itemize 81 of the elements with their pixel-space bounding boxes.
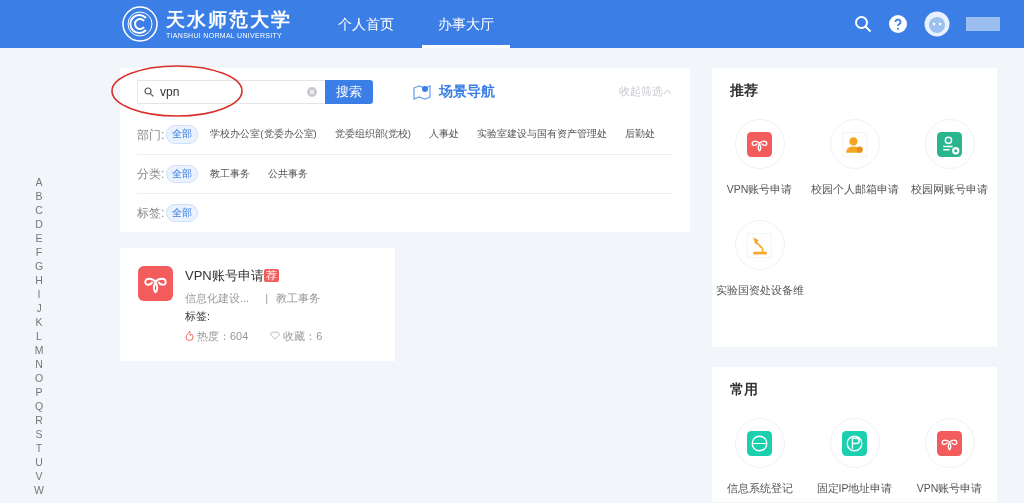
filter-option[interactable]: 实验室建设与国有资产管理处: [471, 125, 613, 144]
index-letter[interactable]: K: [0, 315, 78, 329]
filter-option[interactable]: 公共事务: [262, 164, 315, 184]
index-letter[interactable]: D: [0, 217, 78, 231]
filter-option[interactable]: 教工事务: [204, 164, 257, 184]
knot-icon: [747, 131, 772, 157]
index-letter[interactable]: Q: [0, 399, 78, 413]
heat-label: 热度：: [197, 328, 230, 344]
flag-icon: [842, 430, 867, 456]
filter-option[interactable]: 学校办公室(党委办公室): [204, 125, 323, 144]
filter-label: 分类:: [137, 166, 165, 183]
index-letter[interactable]: A: [0, 175, 78, 189]
avatar-icon[interactable]: [924, 11, 950, 37]
filter-label: 部门:: [137, 126, 165, 144]
help-icon[interactable]: [888, 14, 908, 34]
index-letter[interactable]: V: [0, 469, 78, 483]
filter-option[interactable]: 党委组织部(党校): [328, 125, 417, 144]
panel-title: 推荐: [729, 81, 759, 100]
university-emblem-icon: [122, 6, 158, 42]
category-text: 教工事务: [276, 290, 321, 306]
index-letter[interactable]: O: [0, 371, 78, 385]
logo-name: 天水师范大学: [166, 9, 292, 29]
index-letter[interactable]: R: [0, 413, 78, 427]
index-letter[interactable]: P: [0, 385, 78, 399]
flame-icon: [185, 330, 194, 342]
filter-option[interactable]: 全部: [166, 125, 199, 144]
result-title: VPN账号申请: [185, 267, 264, 285]
filter-option[interactable]: 人事处: [423, 125, 465, 144]
knot-icon: [138, 266, 173, 301]
filter-label: 标签:: [137, 205, 165, 222]
index-letter[interactable]: I: [0, 287, 78, 301]
shortcut-label[interactable]: 校园个人邮箱申请: [810, 182, 899, 198]
index-letter[interactable]: G: [0, 259, 78, 273]
index-letter[interactable]: J: [0, 301, 78, 315]
index-letter[interactable]: H: [0, 273, 78, 287]
favorites-label: 收藏：: [283, 328, 317, 344]
panel-title: 常用: [729, 380, 759, 399]
blurred-username: [966, 17, 1000, 31]
department-text: 信息化建设...: [185, 290, 250, 306]
knot-icon: [937, 430, 962, 456]
filter-option[interactable]: 全部: [166, 203, 199, 223]
index-letter[interactable]: L: [0, 329, 78, 343]
index-letter[interactable]: C: [0, 203, 78, 217]
filter-option[interactable]: 后勤处: [619, 125, 661, 144]
chevron-up-icon[interactable]: [663, 88, 672, 95]
index-letter[interactable]: B: [0, 189, 78, 203]
filter-option[interactable]: 全部: [166, 164, 199, 184]
recommend-badge: 荐: [263, 269, 279, 283]
heat-count: 604: [230, 328, 249, 344]
index-letter[interactable]: U: [0, 455, 78, 469]
clear-icon[interactable]: [307, 86, 317, 97]
lamp-icon: [747, 232, 772, 258]
heart-icon[interactable]: [270, 331, 281, 341]
globe-icon: [747, 430, 772, 456]
index-letter[interactable]: T: [0, 441, 78, 455]
index-letter[interactable]: W: [0, 483, 78, 497]
search-button[interactable]: 搜索: [325, 79, 373, 104]
shortcut-label[interactable]: 信息系统登记: [726, 481, 793, 497]
favorites-count: 6: [316, 328, 323, 344]
shortcut-label[interactable]: 实验国资处设备维: [715, 283, 804, 299]
index-letter[interactable]: S: [0, 427, 78, 441]
index-letter[interactable]: F: [0, 245, 78, 259]
shortcut-label[interactable]: 校园网账号申请: [911, 182, 988, 198]
nav-tab[interactable]: 个人首页: [322, 0, 410, 48]
index-letter[interactable]: N: [0, 357, 78, 371]
shortcut-label[interactable]: 固定IP地址申请: [816, 481, 893, 497]
person-icon: [842, 131, 867, 157]
nav-tab[interactable]: 办事大厅: [422, 0, 510, 48]
map-icon: [413, 82, 431, 101]
shortcut-label[interactable]: VPN账号申请: [726, 182, 793, 198]
index-letter[interactable]: M: [0, 343, 78, 357]
search-field[interactable]: vpn: [137, 79, 325, 104]
id-card-icon: [937, 131, 962, 157]
divider-text: |: [265, 290, 269, 306]
scene-navigation-link[interactable]: 场景导航: [439, 81, 495, 102]
tags-label: 标签:: [185, 309, 212, 324]
search-icon: [144, 86, 154, 97]
search-icon[interactable]: [854, 15, 872, 33]
index-letter[interactable]: E: [0, 231, 78, 245]
shortcut-label[interactable]: VPN账号申请: [916, 481, 983, 497]
result-card[interactable]: VPN账号申请荐 信息化建设... | 教工事务 标签: 热度：604 收藏：6: [120, 248, 395, 361]
